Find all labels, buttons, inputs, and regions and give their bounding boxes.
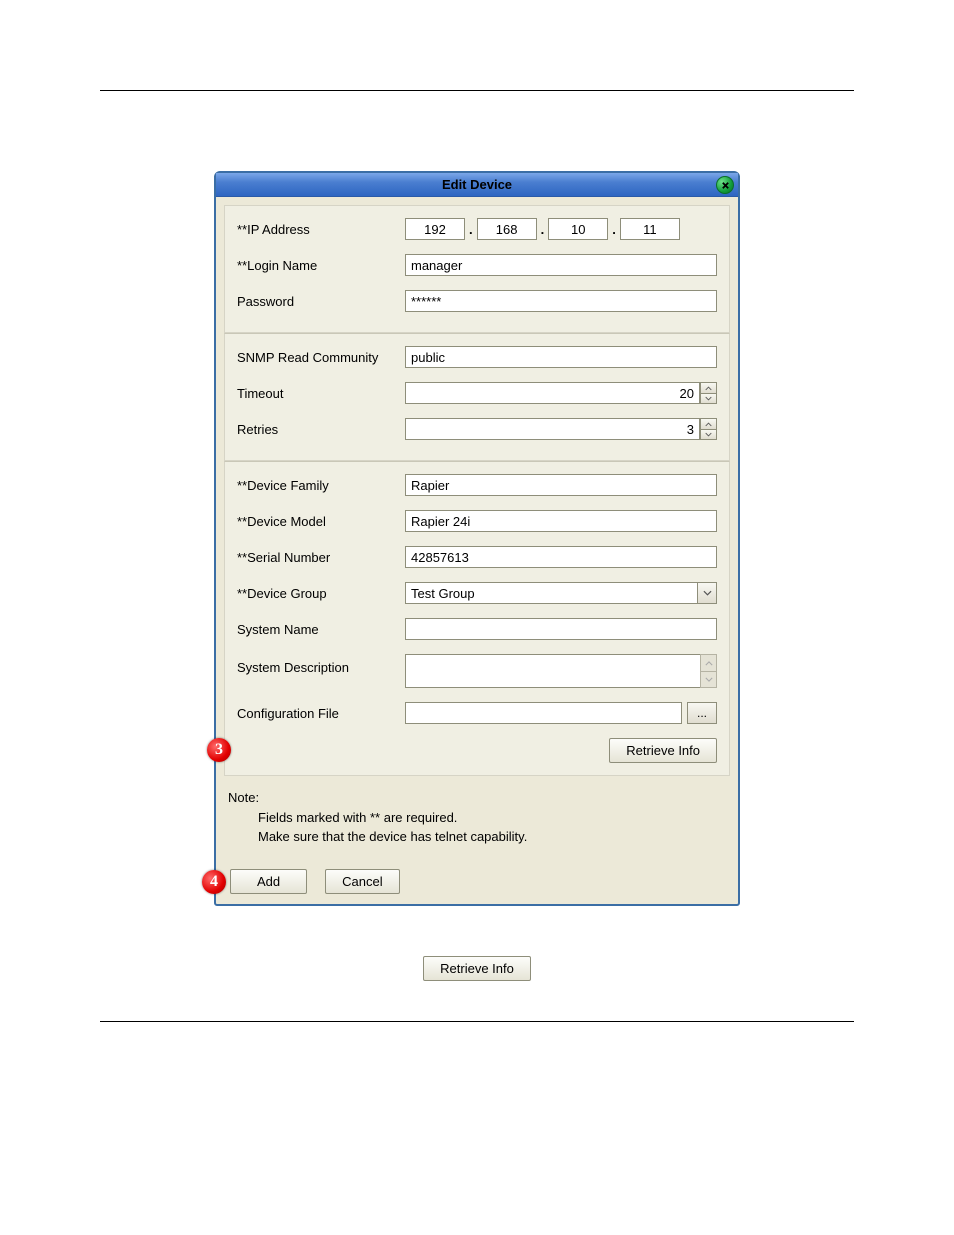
- label-password: Password: [237, 294, 405, 309]
- edit-device-dialog: Edit Device **IP Address . .: [214, 171, 740, 906]
- retries-spinner: [405, 418, 717, 440]
- timeout-spinner: [405, 382, 717, 404]
- dialog-titlebar[interactable]: Edit Device: [216, 173, 738, 197]
- label-retries: Retries: [237, 422, 405, 437]
- row-config: Configuration File ...: [237, 702, 717, 724]
- retrieve-info-button[interactable]: Retrieve Info: [609, 738, 717, 763]
- group-input[interactable]: [405, 582, 697, 604]
- bottom-rule: [100, 1021, 854, 1022]
- chevron-up-icon: [705, 386, 712, 391]
- below-dialog-row: Retrieve Info: [197, 956, 757, 981]
- sysdesc-scroll-down: [700, 671, 717, 688]
- ip-dot: .: [541, 222, 545, 237]
- chevron-down-icon: [705, 432, 712, 437]
- sysdesc-area[interactable]: [405, 654, 700, 688]
- row-family: **Device Family: [237, 474, 717, 496]
- label-sysname: System Name: [237, 622, 405, 637]
- timeout-spin-down[interactable]: [700, 393, 717, 404]
- top-rule: [100, 90, 854, 91]
- row-retries: Retries: [237, 418, 717, 440]
- document-page: Edit Device **IP Address . .: [0, 0, 954, 1235]
- note-block: Note: Fields marked with ** are required…: [224, 784, 730, 855]
- ip-dot: .: [612, 222, 616, 237]
- retries-input[interactable]: [405, 418, 700, 440]
- family-input: [405, 474, 717, 496]
- row-login: **Login Name: [237, 254, 717, 276]
- timeout-spin-up[interactable]: [700, 382, 717, 393]
- model-input: [405, 510, 717, 532]
- login-input[interactable]: [405, 254, 717, 276]
- pane-connection: **IP Address . . . **Login Name: [224, 205, 730, 333]
- config-file-group: ...: [405, 702, 717, 724]
- ip-dot: .: [469, 222, 473, 237]
- chevron-down-icon: [705, 677, 713, 682]
- row-ip: **IP Address . . .: [237, 218, 717, 240]
- group-combo[interactable]: [405, 582, 717, 604]
- close-button[interactable]: [716, 176, 734, 194]
- dialog-wrap: Edit Device **IP Address . .: [214, 171, 740, 906]
- browse-button[interactable]: ...: [687, 702, 717, 724]
- callout-4: 4: [202, 870, 226, 894]
- ip-octet-2[interactable]: [477, 218, 537, 240]
- retries-spin-up[interactable]: [700, 418, 717, 429]
- row-serial: **Serial Number: [237, 546, 717, 568]
- dialog-title: Edit Device: [442, 177, 512, 192]
- row-model: **Device Model: [237, 510, 717, 532]
- row-password: Password: [237, 290, 717, 312]
- label-login: **Login Name: [237, 258, 405, 273]
- sysdesc-textarea[interactable]: [405, 654, 717, 688]
- retrieve-info-button-below[interactable]: Retrieve Info: [423, 956, 531, 981]
- retries-spinner-buttons: [700, 418, 717, 440]
- serial-input: [405, 546, 717, 568]
- row-timeout: Timeout: [237, 382, 717, 404]
- chevron-down-icon: [703, 590, 712, 596]
- note-line-1: Fields marked with ** are required.: [228, 808, 726, 828]
- bottom-button-row: 4 Add Cancel: [230, 869, 738, 894]
- label-timeout: Timeout: [237, 386, 405, 401]
- row-group: **Device Group: [237, 582, 717, 604]
- chevron-up-icon: [705, 661, 713, 666]
- label-model: **Device Model: [237, 514, 405, 529]
- chevron-down-icon: [705, 396, 712, 401]
- label-serial: **Serial Number: [237, 550, 405, 565]
- pane-device: **Device Family **Device Model **Serial …: [224, 461, 730, 776]
- callout-3: 3: [207, 738, 231, 762]
- password-input[interactable]: [405, 290, 717, 312]
- label-ip: **IP Address: [237, 222, 405, 237]
- chevron-up-icon: [705, 422, 712, 427]
- add-button[interactable]: Add: [230, 869, 307, 894]
- row-sysdesc: System Description: [237, 654, 717, 688]
- group-dropdown-button[interactable]: [697, 582, 717, 604]
- row-snmp: SNMP Read Community: [237, 346, 717, 368]
- label-sysdesc: System Description: [237, 654, 405, 675]
- ip-octet-4[interactable]: [620, 218, 680, 240]
- ip-octet-3[interactable]: [548, 218, 608, 240]
- timeout-input[interactable]: [405, 382, 700, 404]
- close-icon: [721, 181, 730, 190]
- note-line-2: Make sure that the device has telnet cap…: [228, 827, 726, 847]
- snmp-input[interactable]: [405, 346, 717, 368]
- label-group: **Device Group: [237, 586, 405, 601]
- sysdesc-scrollbar: [700, 654, 717, 688]
- sysdesc-scroll-up: [700, 654, 717, 671]
- retrieve-row: 3 Retrieve Info: [237, 738, 717, 763]
- label-config: Configuration File: [237, 706, 405, 721]
- label-snmp: SNMP Read Community: [237, 350, 405, 365]
- label-family: **Device Family: [237, 478, 405, 493]
- ip-field-group: . . .: [405, 218, 717, 240]
- row-sysname: System Name: [237, 618, 717, 640]
- sysname-input[interactable]: [405, 618, 717, 640]
- config-input[interactable]: [405, 702, 682, 724]
- pane-snmp: SNMP Read Community Timeout: [224, 333, 730, 461]
- ip-octet-1[interactable]: [405, 218, 465, 240]
- retries-spin-down[interactable]: [700, 429, 717, 440]
- cancel-button[interactable]: Cancel: [325, 869, 399, 894]
- timeout-spinner-buttons: [700, 382, 717, 404]
- note-heading: Note:: [228, 788, 726, 808]
